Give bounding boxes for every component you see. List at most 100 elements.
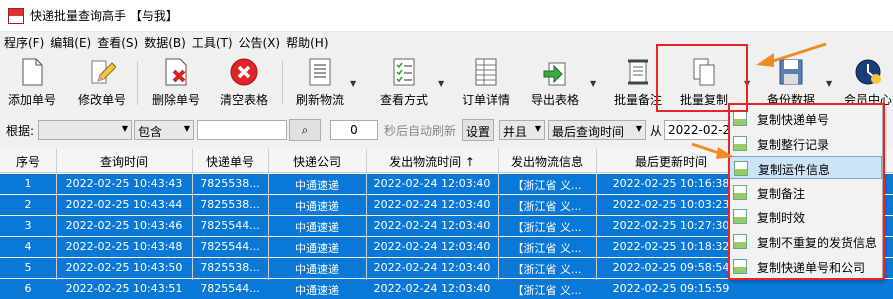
table-cell: 2022-02-25 10:27:30 [612,219,730,232]
table-cell: 7825538... [200,198,260,211]
table-cell: 2022-02-25 10:43:51 [65,282,183,295]
chevron-down-icon: ▼ [121,124,128,133]
menu-edit[interactable]: 编辑(E) [50,34,91,51]
table-cell: 【浙江省 义... [512,221,582,234]
table-cell: 7825544... [200,282,260,295]
chevron-down-icon[interactable]: ▼ [590,79,596,88]
table-cell: 2022-02-25 09:58:54 [612,261,730,274]
delete-number-label: 删除单号 [151,93,200,107]
table-row[interactable]: 6 2022-02-25 10:43:51 7825544... 中通速递 2022-0… [0,279,893,299]
by-label: 根据: [6,124,35,138]
settings-button[interactable]: 设置 [462,119,494,141]
document-icon [22,58,43,86]
table-cell: 2022-02-25 09:15:59 [612,282,730,295]
match-select[interactable]: 包含 ▼ [134,120,194,140]
table-cell: 【浙江省 义... [512,263,582,276]
auto-refresh-label: 秒后自动刷新 [384,124,457,138]
table-cell: 2022-02-25 10:43:44 [65,198,183,211]
column-header[interactable]: 快递单号 [192,153,268,170]
clear-table-label: 清空表格 [219,93,268,107]
menu-tools[interactable]: 工具(T) [192,34,233,51]
table-cell: 2022-02-25 10:18:32 [612,240,730,253]
delete-number-button[interactable]: 删除单号 [148,53,204,111]
column-divider [192,149,193,280]
time-field-select[interactable]: 最后查询时间 ▼ [548,120,646,140]
table-cell: 中通速递 [295,284,339,297]
table-cell: 【浙江省 义... [512,242,582,255]
column-divider [498,149,499,280]
table-cell: 2022-02-25 10:16:38 [612,177,730,190]
search-input[interactable] [197,120,287,140]
window-title: 快递批量查询高手 【与我】 [30,9,178,23]
pencil-icon [91,60,116,84]
table-icon [475,58,497,86]
table-cell: 中通速递 [295,200,339,213]
chevron-down-icon[interactable]: ▼ [350,79,356,88]
field-select[interactable]: ▼ [38,120,132,140]
table-cell: 3 [24,219,32,232]
chevron-down-icon[interactable]: ▼ [438,79,444,88]
table-cell: 【浙江省 义... [512,200,582,213]
table-cell: 2 [24,198,32,211]
table-cell: 7825538... [200,261,260,274]
menu-data[interactable]: 数据(B) [144,34,186,51]
checklist-icon [393,58,415,86]
order-detail-button[interactable]: 订单详情 [458,53,514,111]
from-label: 从 [650,124,663,138]
column-divider [366,149,367,280]
edit-number-label: 修改单号 [77,93,126,107]
annotation-arrow [691,142,734,159]
table-cell: 中通速递 [295,242,339,255]
column-header[interactable]: 查询时间 [56,153,192,170]
table-cell: 6 [24,282,32,295]
seconds-input[interactable]: 0 [330,120,378,140]
logic-select[interactable]: 并且 ▼ [499,120,545,140]
table-cell: 7825544... [200,240,260,253]
table-cell: 7825538... [200,177,260,190]
refresh-logistics-button[interactable]: 刷新物流 [292,53,348,111]
match-select-value: 包含 [138,125,163,139]
chevron-down-icon[interactable]: ▼ [826,79,832,88]
toolbar-separator [282,61,283,105]
table-cell: 2022-02-25 10:03:23 [612,198,730,211]
app-icon [8,7,24,24]
annotation-arrow [756,42,827,67]
from-date-input[interactable]: 2022-02-25 [664,120,734,140]
menu-help[interactable]: 帮助(H) [286,34,328,51]
column-header[interactable]: 发出物流时间 ↑ [366,153,498,170]
chevron-down-icon: ▼ [183,124,190,133]
clear-icon [230,58,258,86]
table-cell: 2022-02-24 12:03:40 [373,261,491,274]
menu-program[interactable]: 程序(F) [4,34,44,51]
add-number-button[interactable]: 添加单号 [4,53,60,111]
column-divider [268,149,269,280]
search-button[interactable]: ⌕ [289,119,321,141]
table-cell: 2022-02-24 12:03:40 [373,177,491,190]
table-cell: 【浙江省 义... [512,179,582,192]
export-table-button[interactable]: 导出表格 [526,53,584,111]
toolbar-separator [137,61,138,105]
column-header[interactable]: 发出物流信息 [498,153,596,170]
clear-table-button[interactable]: 清空表格 [216,53,272,111]
refresh-logistics-label: 刷新物流 [295,93,344,107]
from-date-value: 2022-02-25 [668,123,734,137]
table-cell: 2022-02-24 12:03:40 [373,198,491,211]
batch-note-label: 批量备注 [613,93,662,107]
table-cell: 5 [24,261,32,274]
table-cell: 1 [24,177,32,190]
edit-number-button[interactable]: 修改单号 [74,53,130,111]
menu-view[interactable]: 查看(S) [97,34,138,51]
export-table-label: 导出表格 [530,93,579,107]
chevron-down-icon: ▼ [635,124,642,133]
menu-bar: 程序(F) 编辑(E) 查看(S) 数据(B) 工具(T) 公告(X) 帮助(H… [0,33,335,51]
order-detail-label: 订单详情 [461,93,510,107]
export-icon [543,62,566,86]
table-cell: 7825544... [200,219,260,232]
add-number-label: 添加单号 [7,93,56,107]
table-cell: 中通速递 [295,263,339,276]
menu-notice[interactable]: 公告(X) [239,34,281,51]
view-mode-button[interactable]: 查看方式 [374,53,434,111]
column-header[interactable]: 快递公司 [268,153,366,170]
column-header[interactable]: 序号 [0,153,56,170]
table-cell: 2022-02-24 12:03:40 [373,219,491,232]
